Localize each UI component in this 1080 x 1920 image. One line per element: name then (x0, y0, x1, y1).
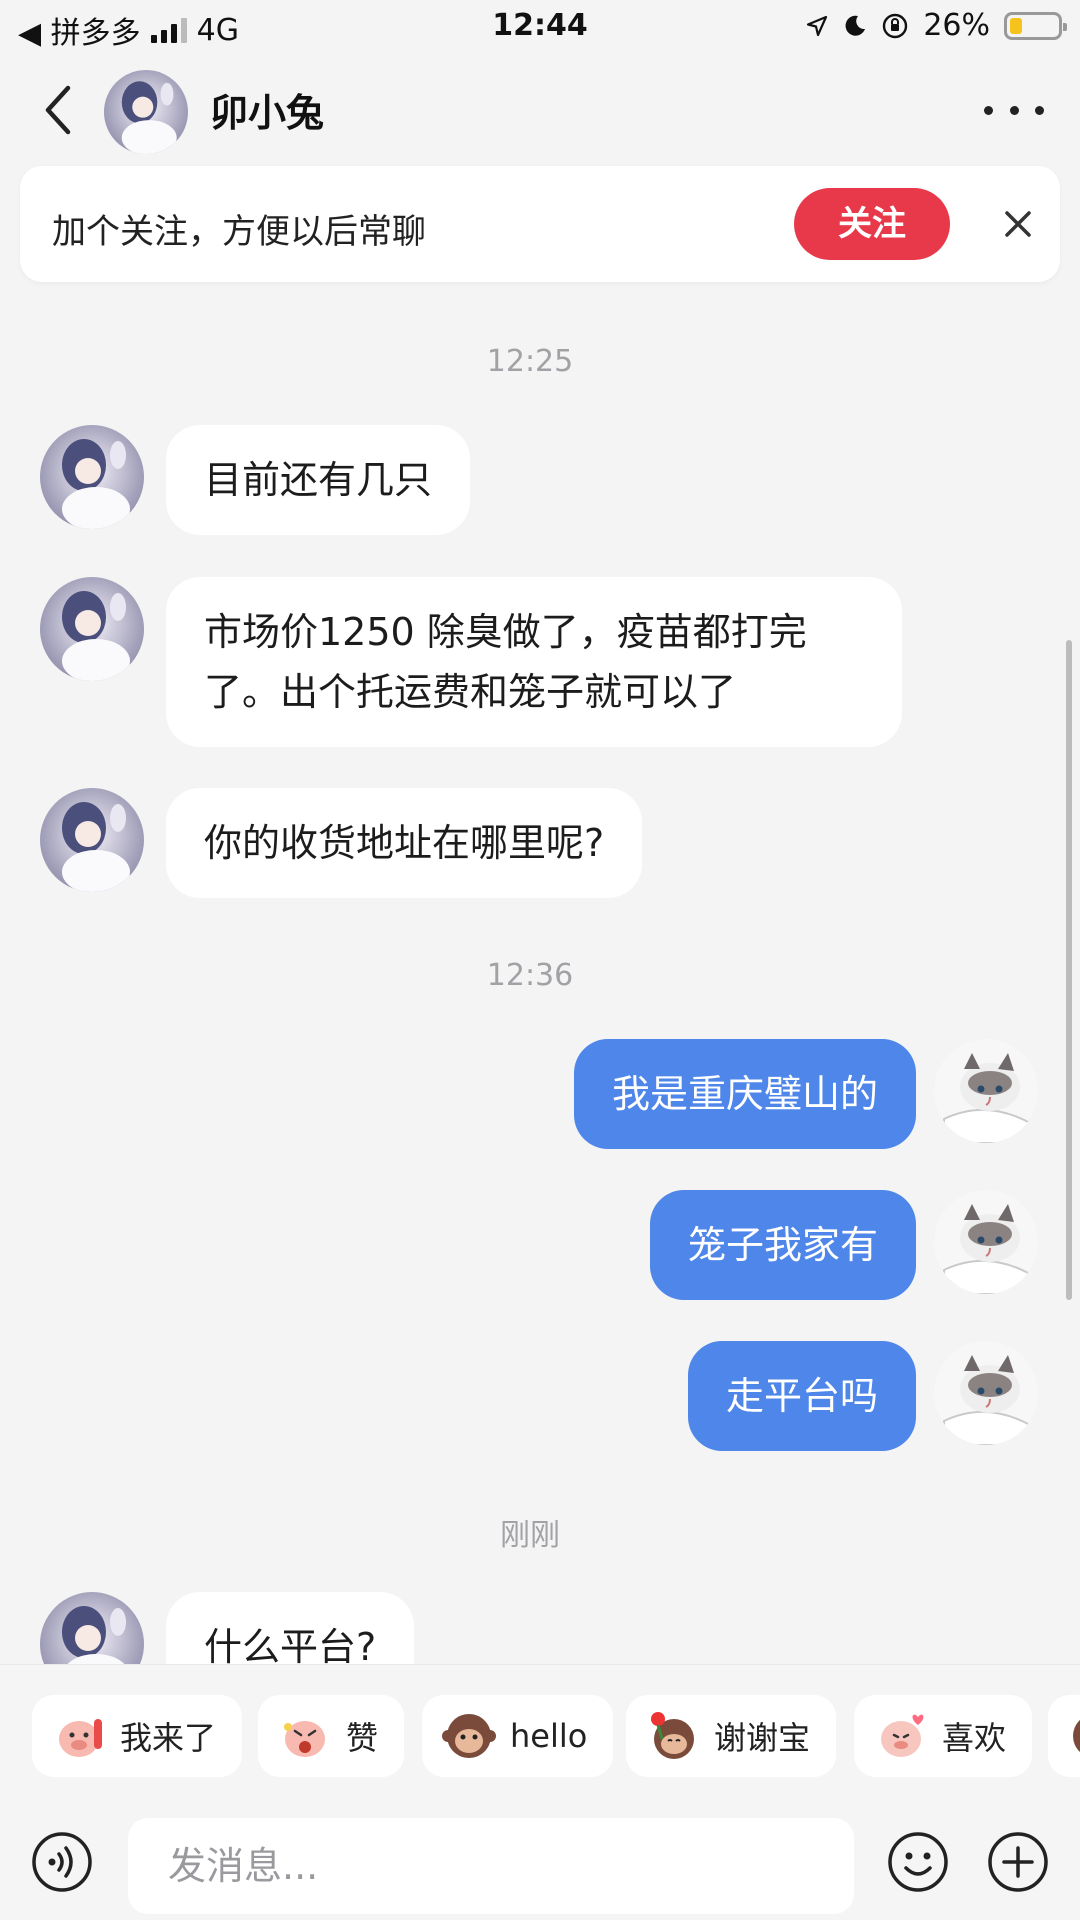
timestamp: 刚刚 (500, 1518, 560, 1553)
quick-reply-chip[interactable]: 我来了 (32, 1695, 243, 1777)
sticker-icon (1068, 1709, 1080, 1763)
message-bubble-outgoing[interactable]: 走平台吗 (687, 1341, 916, 1451)
emoji-button[interactable] (886, 1830, 950, 1894)
follow-prompt-text: 加个关注，方便以后常聊 (52, 212, 426, 252)
more-options-button[interactable] (984, 90, 1044, 130)
my-avatar[interactable] (934, 1341, 1038, 1445)
quick-reply-chip[interactable] (1048, 1695, 1080, 1777)
quick-reply-label: 谢谢宝 (714, 1719, 811, 1757)
dot-icon (1009, 105, 1019, 115)
sender-avatar[interactable] (40, 577, 144, 681)
chevron-left-icon (45, 85, 71, 135)
contact-name: 卯小兔 (210, 91, 325, 135)
message-bubble-incoming[interactable]: 你的收货地址在哪里呢? (166, 788, 643, 898)
pig-wave-sticker-icon (52, 1709, 106, 1763)
voice-input-button[interactable] (30, 1830, 94, 1894)
message-bubble-incoming[interactable]: 市场价1250 除臭做了，疫苗都打完了。出个托运费和笼子就可以了 (166, 577, 902, 747)
close-banner-button[interactable] (998, 204, 1038, 244)
chat-header: 卯小兔 (0, 60, 1080, 160)
quick-reply-chip[interactable]: 谢谢宝 (626, 1695, 837, 1777)
quick-reply-chip[interactable]: hello (422, 1695, 614, 1777)
plus-icon (988, 1832, 1048, 1892)
my-avatar[interactable] (934, 1190, 1038, 1294)
message-bubble-outgoing[interactable]: 笼子我家有 (649, 1190, 916, 1300)
moon-icon (845, 15, 866, 36)
timestamp: 12:36 (486, 958, 574, 993)
dot-icon (1035, 105, 1044, 115)
location-icon (807, 15, 828, 36)
quick-reply-label: 赞 (346, 1719, 379, 1757)
message-input[interactable] (128, 1818, 854, 1914)
monkey-sticker-icon (442, 1709, 496, 1763)
chat-messages[interactable]: 12:25 目前还有几只 市场价1250 除臭做了，疫苗都打完了。出个托运费和笼… (0, 282, 1080, 1664)
battery-icon (1004, 11, 1067, 40)
sender-avatar[interactable] (40, 1592, 144, 1664)
battery-percent: 26% (923, 8, 990, 43)
quick-reply-label: 喜欢 (942, 1719, 1007, 1757)
chat-scrollbar[interactable] (1066, 640, 1072, 1300)
message-bubble-incoming[interactable]: 什么平台? (166, 1592, 415, 1664)
follow-button[interactable]: 关注 (794, 188, 950, 260)
voice-icon (32, 1832, 92, 1892)
input-bar (0, 1810, 1080, 1920)
back-button[interactable] (36, 84, 84, 136)
quick-reply-chip[interactable]: 喜欢 (854, 1695, 1033, 1777)
quick-reply-bar[interactable]: 我来了 赞 hello 谢谢宝 喜欢 (0, 1664, 1080, 1810)
more-actions-button[interactable] (986, 1830, 1050, 1894)
monkey-rose-sticker-icon (646, 1709, 700, 1763)
my-avatar[interactable] (934, 1039, 1038, 1143)
smiley-icon (888, 1832, 948, 1892)
sender-avatar[interactable] (40, 788, 144, 892)
follow-banner: 加个关注，方便以后常聊 关注 (20, 166, 1060, 282)
sender-avatar[interactable] (40, 425, 144, 529)
status-bar: ◀ 拼多多 4G 12:44 26% (0, 0, 1080, 56)
message-bubble-incoming[interactable]: 目前还有几只 (166, 425, 471, 535)
close-icon (1005, 211, 1031, 237)
quick-reply-label: 我来了 (120, 1719, 217, 1757)
quick-reply-chip[interactable]: 赞 (258, 1695, 405, 1777)
rotation-lock-icon (883, 13, 908, 38)
quick-reply-label: hello (510, 1717, 588, 1755)
contact-avatar[interactable] (104, 70, 188, 154)
timestamp: 12:25 (486, 344, 574, 379)
pig-thumbs-sticker-icon (278, 1709, 332, 1763)
pig-heart-sticker-icon (874, 1709, 928, 1763)
message-bubble-outgoing[interactable]: 我是重庆璧山的 (573, 1039, 916, 1149)
status-right: 26% (805, 8, 1067, 43)
dot-icon (984, 105, 993, 115)
